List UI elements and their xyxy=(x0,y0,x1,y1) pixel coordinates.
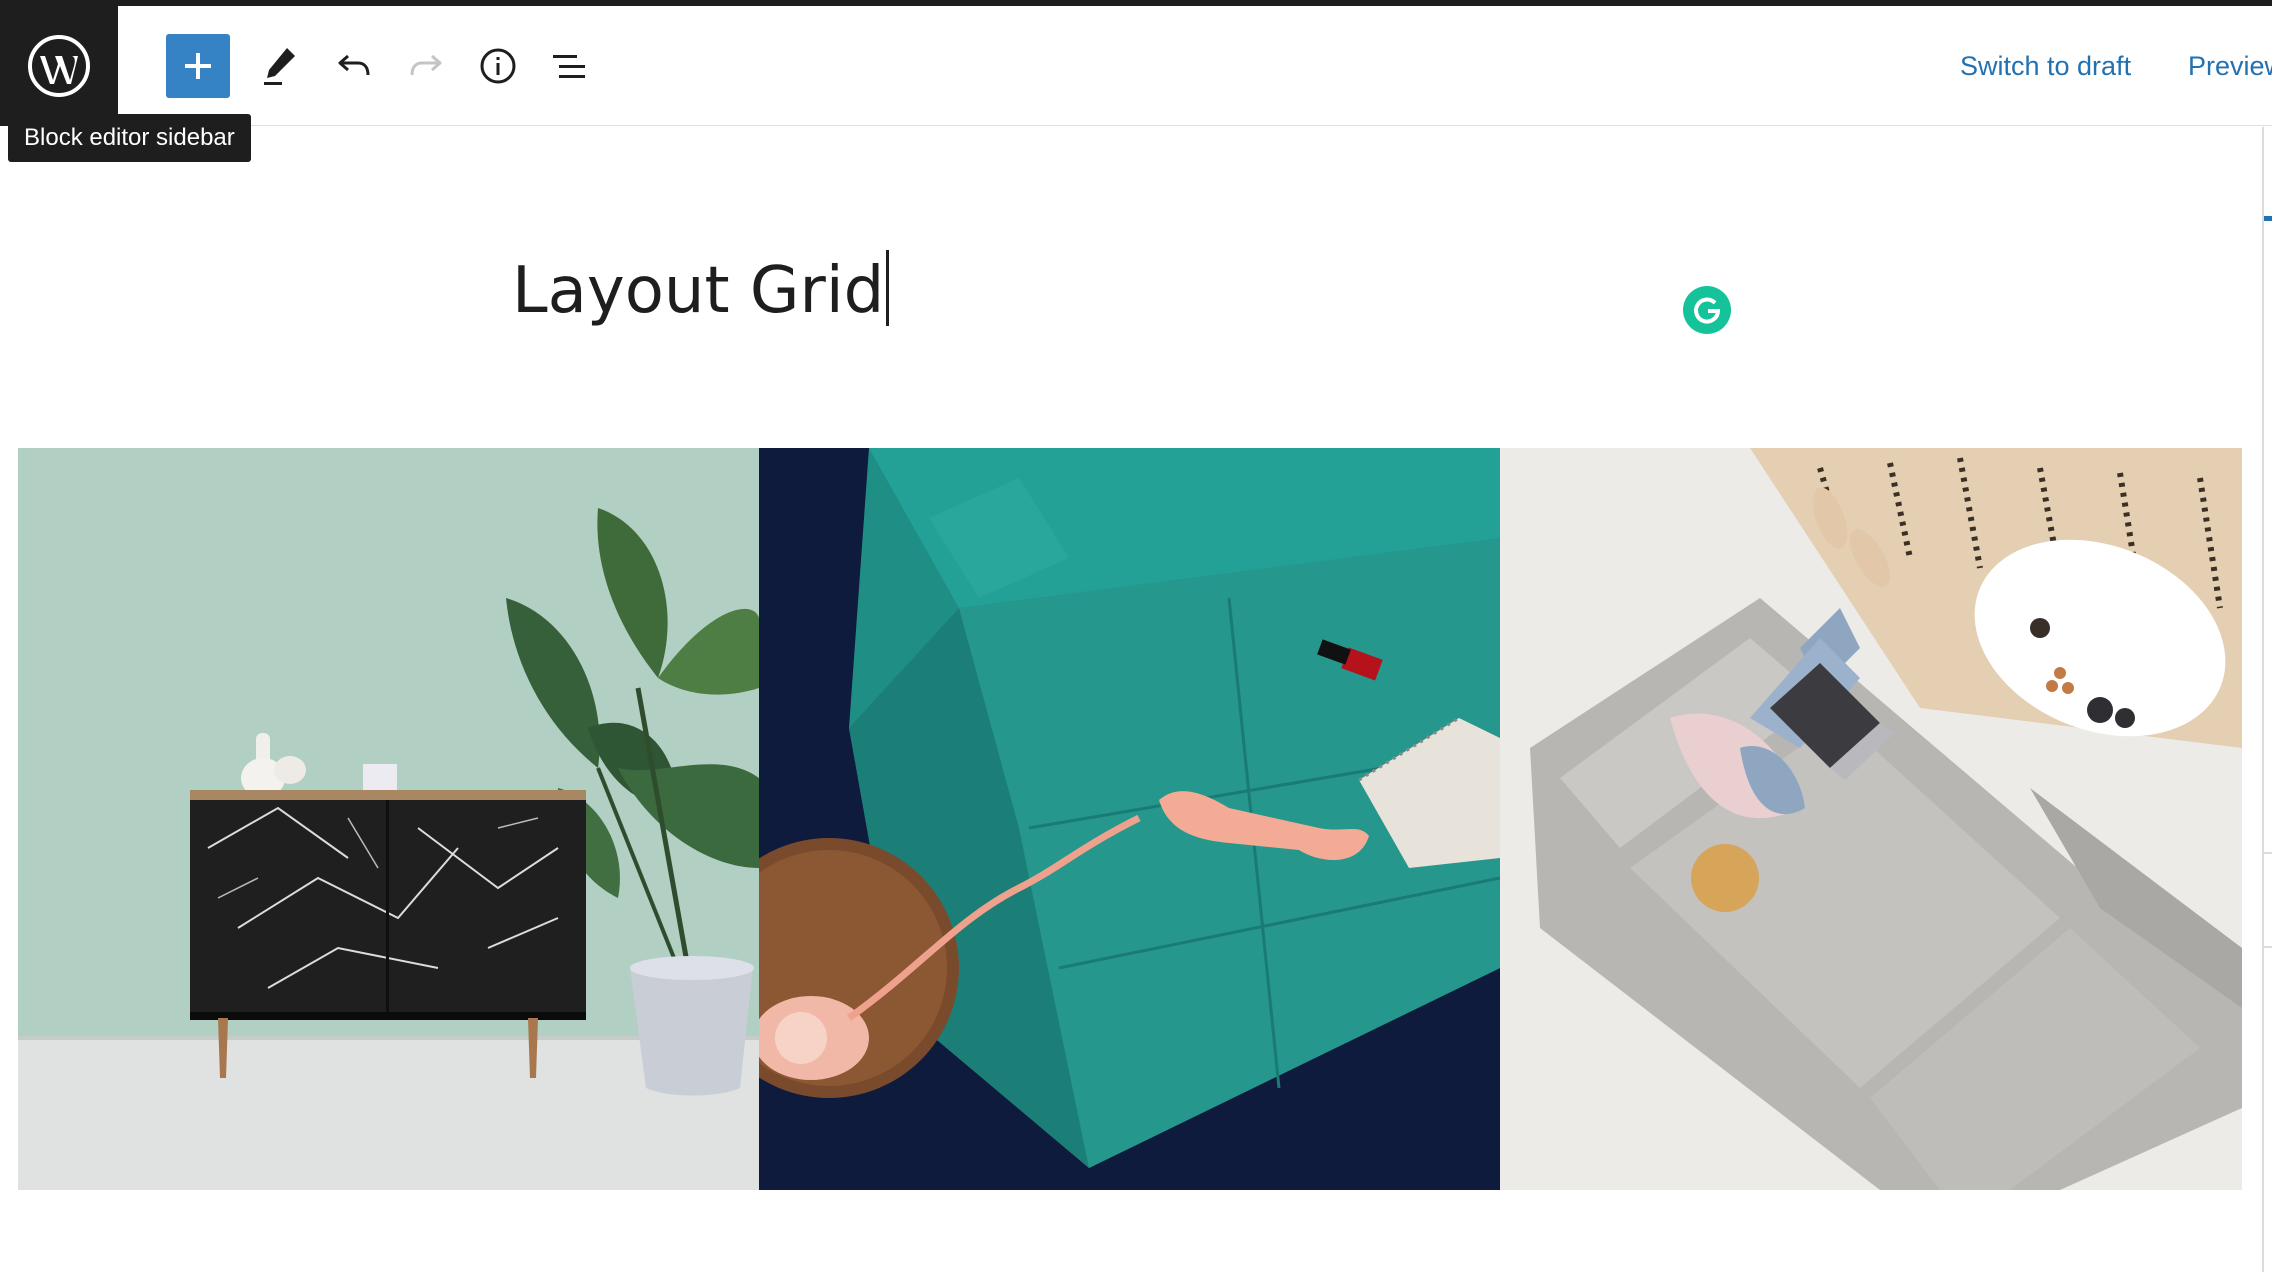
preview-button[interactable]: Preview xyxy=(2188,42,2272,90)
sideboard-with-plant-image[interactable] xyxy=(18,448,759,1190)
sidebar-edge-divider xyxy=(2264,946,2272,948)
redo-icon xyxy=(410,54,442,76)
sidebar-edge-divider xyxy=(2264,852,2272,854)
details-button[interactable] xyxy=(466,34,530,98)
woman-on-gray-sofa-image[interactable] xyxy=(1500,448,2242,1190)
sidebar-edge xyxy=(2262,127,2272,1272)
info-icon xyxy=(480,48,516,84)
list-view-button[interactable] xyxy=(538,34,602,98)
undo-button[interactable] xyxy=(322,34,386,98)
switch-to-draft-button[interactable]: Switch to draft xyxy=(1960,42,2131,90)
plus-icon xyxy=(185,53,211,79)
teal-sofa-scene xyxy=(759,448,1500,1190)
text-caret xyxy=(886,250,890,326)
undo-icon xyxy=(338,54,370,76)
add-block-button[interactable] xyxy=(166,34,230,98)
grammarly-button[interactable] xyxy=(1683,286,1731,334)
layout-grid-block[interactable] xyxy=(18,448,2242,1190)
editor-header: Switch to draft Preview xyxy=(0,6,2272,126)
pencil-icon xyxy=(264,48,295,85)
list-view-icon xyxy=(553,55,585,78)
gray-sofa-scene xyxy=(1500,448,2242,1190)
redo-button[interactable] xyxy=(394,34,458,98)
tools-button[interactable] xyxy=(248,34,312,98)
sideboard-scene xyxy=(18,448,759,1190)
sidebar-edge-accent xyxy=(2264,216,2272,221)
teal-sofa-with-telephone-image[interactable] xyxy=(759,448,1500,1190)
wordpress-logo-button[interactable] xyxy=(0,6,118,126)
grammarly-icon xyxy=(1694,297,1721,324)
sidebar-tooltip: Block editor sidebar xyxy=(8,114,251,162)
post-title-text[interactable]: Layout Grid xyxy=(512,254,884,328)
wordpress-logo-icon xyxy=(28,35,90,97)
post-title[interactable]: Layout Grid xyxy=(512,250,890,331)
